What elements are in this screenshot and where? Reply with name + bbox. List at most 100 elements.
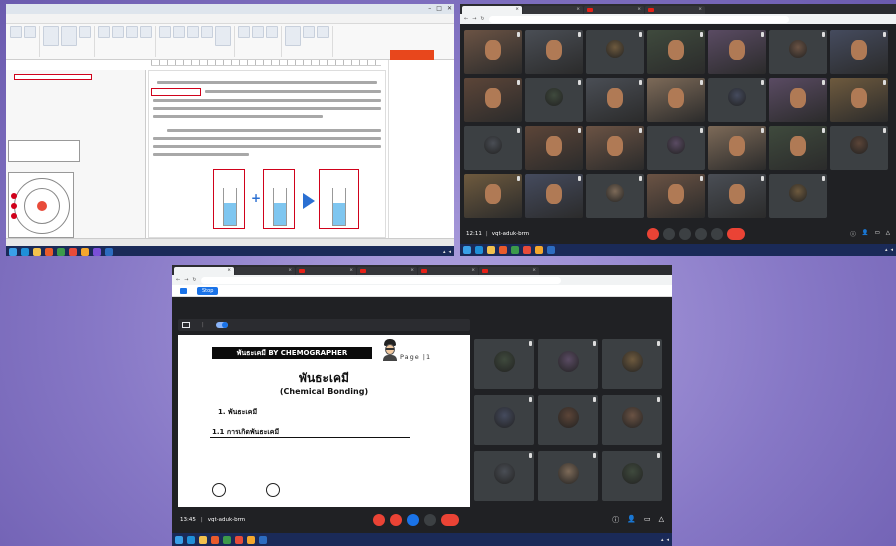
browser-tab-youtube[interactable]: × [584, 6, 644, 14]
browser-tab[interactable]: × [523, 6, 583, 14]
participant-tile[interactable] [474, 339, 534, 389]
oval-icon[interactable] [173, 26, 185, 38]
info-icon[interactable]: ⓘ [850, 230, 856, 238]
close-tab-icon[interactable]: × [637, 6, 641, 14]
answer-option-a[interactable] [212, 483, 226, 497]
close-tab-icon[interactable]: × [698, 6, 702, 14]
participant-tile[interactable] [708, 78, 766, 122]
chrome-icon[interactable] [57, 248, 65, 256]
browser-tab-meet[interactable]: × [462, 6, 522, 14]
participant-tile[interactable] [830, 78, 888, 122]
folder-icon[interactable] [33, 248, 41, 256]
participant-tile[interactable] [602, 339, 662, 389]
arrow-icon[interactable] [201, 26, 213, 38]
participant-tile[interactable] [538, 451, 598, 501]
close-tab-icon[interactable]: × [532, 267, 536, 275]
stop-sharing-button[interactable]: Stop [197, 286, 219, 295]
app-icon[interactable] [247, 535, 255, 544]
area-icon[interactable] [266, 26, 278, 38]
highlight-icon[interactable] [98, 26, 110, 38]
participant-tile[interactable] [525, 30, 583, 74]
participant-tile[interactable] [769, 78, 827, 122]
participant-tile[interactable] [525, 78, 583, 122]
edge-icon[interactable] [187, 535, 195, 544]
participant-tile[interactable] [538, 339, 598, 389]
close-tab-icon[interactable]: × [410, 267, 414, 275]
app-icon[interactable] [235, 535, 243, 544]
answer-option-b[interactable] [266, 483, 280, 497]
thumbnail-card[interactable] [8, 140, 80, 162]
browser-tab[interactable]: × [235, 267, 295, 275]
comments-list-icon[interactable] [285, 26, 301, 46]
participant-tile[interactable] [769, 174, 827, 218]
browser-tab-youtube[interactable]: × [479, 267, 539, 275]
reload-icon[interactable]: ↻ [480, 16, 484, 22]
close-tab-icon[interactable]: × [349, 267, 353, 275]
underline-icon[interactable] [112, 26, 124, 38]
office-icon[interactable] [499, 246, 507, 254]
participant-tile[interactable] [708, 30, 766, 74]
word-icon[interactable] [105, 248, 113, 256]
folder-icon[interactable] [199, 535, 207, 544]
strikeout-icon[interactable] [126, 26, 138, 38]
people-icon[interactable]: 👤 [627, 515, 636, 525]
rectangle-icon[interactable] [159, 26, 171, 38]
textbox-icon[interactable] [79, 26, 91, 38]
camera-button[interactable] [663, 228, 676, 240]
info-icon[interactable]: ⓘ [612, 515, 619, 525]
forward-icon[interactable]: → [184, 277, 188, 283]
edge-icon[interactable] [21, 248, 29, 256]
present-button[interactable] [407, 514, 420, 526]
participant-tile[interactable] [586, 30, 644, 74]
browser-tab-youtube[interactable]: × [357, 267, 417, 275]
import-icon[interactable] [317, 26, 329, 38]
close-tab-icon[interactable]: × [227, 267, 231, 275]
participant-tile[interactable] [464, 174, 522, 218]
wifi-icon[interactable]: ▴ [661, 537, 664, 543]
app-icon[interactable] [535, 246, 543, 254]
end-call-button[interactable] [441, 514, 460, 526]
word-icon[interactable] [547, 246, 555, 254]
word-icon[interactable] [259, 535, 267, 544]
distance-icon[interactable] [238, 26, 250, 38]
chrome-icon[interactable] [223, 535, 231, 544]
browser-tab-youtube[interactable]: × [645, 6, 705, 14]
participant-tile[interactable] [586, 78, 644, 122]
participant-tile[interactable] [525, 126, 583, 170]
close-tab-icon[interactable]: × [288, 267, 292, 275]
participant-tile[interactable] [586, 174, 644, 218]
participant-tile[interactable] [769, 126, 827, 170]
participant-tile[interactable] [464, 126, 522, 170]
back-icon[interactable]: ← [176, 277, 180, 283]
app-icon[interactable] [93, 248, 101, 256]
chat-icon[interactable]: ▭ [644, 515, 651, 525]
select-tool-icon[interactable] [24, 26, 36, 38]
participant-tile[interactable] [708, 126, 766, 170]
browser-tab-meet[interactable]: × [174, 267, 234, 275]
perimeter-icon[interactable] [252, 26, 264, 38]
end-call-button[interactable] [727, 228, 746, 240]
windows-start-icon[interactable] [9, 248, 17, 256]
url-input[interactable] [200, 276, 561, 284]
squiggly-icon[interactable] [140, 26, 152, 38]
participant-tile[interactable] [647, 126, 705, 170]
participant-tile[interactable] [474, 451, 534, 501]
activities-icon[interactable]: △ [659, 515, 664, 525]
edge-icon[interactable] [475, 246, 483, 254]
close-tab-icon[interactable]: × [515, 6, 519, 14]
app-icon[interactable] [523, 246, 531, 254]
participant-tile[interactable] [647, 174, 705, 218]
app-icon[interactable] [69, 248, 77, 256]
participant-tile[interactable] [464, 78, 522, 122]
forward-icon[interactable]: → [472, 16, 476, 22]
participant-tile[interactable] [830, 30, 888, 74]
camera-off-button[interactable] [390, 514, 403, 526]
url-input[interactable] [488, 15, 789, 23]
chat-icon[interactable]: ▭ [875, 230, 880, 238]
hand-tool-icon[interactable] [10, 26, 22, 38]
selected-bookmark[interactable] [14, 74, 92, 80]
reload-icon[interactable]: ↻ [192, 277, 196, 283]
more-options-button[interactable] [711, 228, 724, 240]
present-button[interactable] [695, 228, 708, 240]
mic-off-button[interactable] [373, 514, 386, 526]
